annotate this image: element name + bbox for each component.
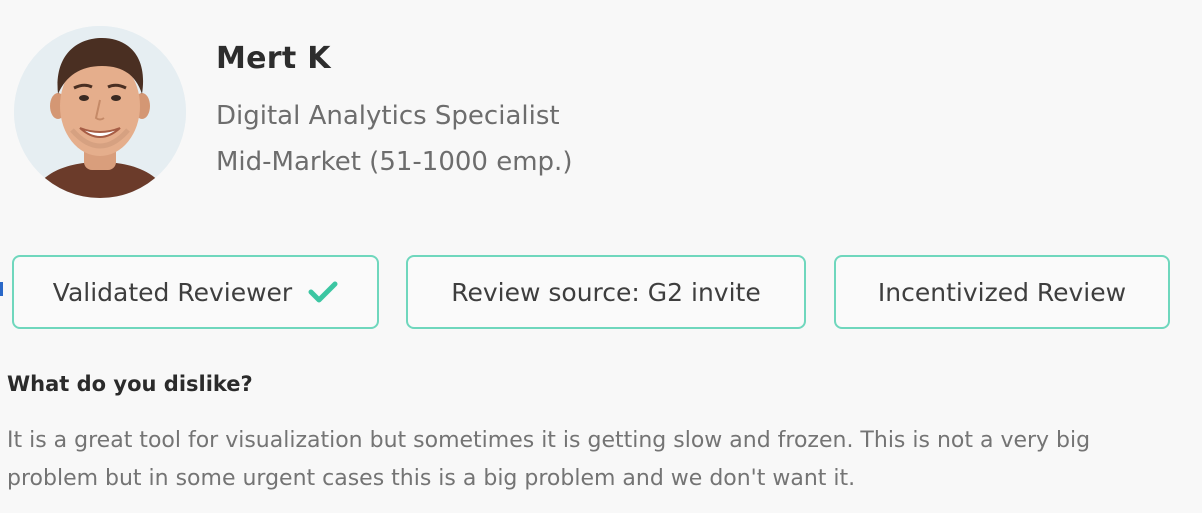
review-answer-line: It is a great tool for visualization but… — [7, 428, 1091, 453]
review-source-label: Review source: G2 invite — [451, 277, 761, 307]
check-icon — [308, 281, 338, 303]
avatar-portrait-image — [14, 26, 186, 198]
validated-reviewer-badge: Validated Reviewer — [12, 255, 379, 329]
review-question: What do you dislike? — [7, 372, 253, 396]
review-card: Mert K Digital Analytics Specialist Mid-… — [0, 0, 1202, 513]
edge-marker — [0, 282, 3, 296]
validated-reviewer-label: Validated Reviewer — [52, 277, 293, 307]
review-source-badge: Review source: G2 invite — [406, 255, 806, 329]
incentivized-review-badge: Incentivized Review — [834, 255, 1170, 329]
incentivized-review-label: Incentivized Review — [877, 277, 1127, 307]
avatar — [14, 26, 186, 198]
review-answer: It is a great tool for visualization but… — [7, 422, 1202, 498]
reviewer-name: Mert K — [216, 41, 331, 76]
reviewer-job-title: Digital Analytics Specialist — [216, 101, 560, 131]
review-answer-line: problem but in some urgent cases this is… — [7, 466, 856, 491]
reviewer-company-segment: Mid-Market (51-1000 emp.) — [216, 147, 573, 177]
